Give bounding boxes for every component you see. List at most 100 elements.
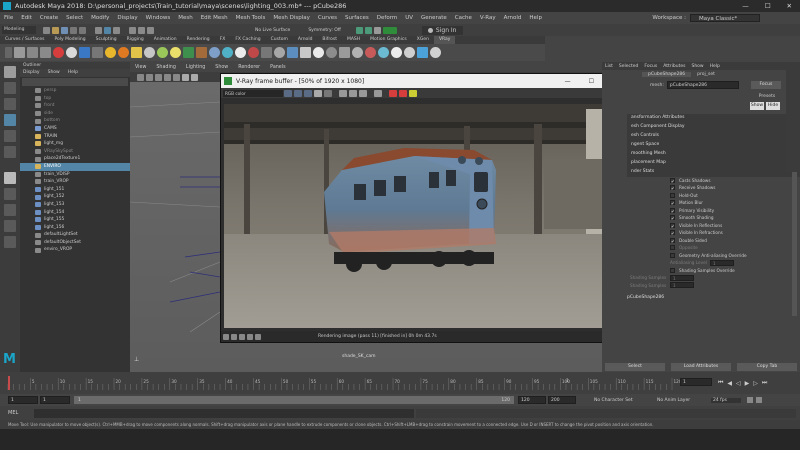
render-stat-checkbox[interactable] <box>670 245 675 251</box>
outliner-item[interactable]: side <box>20 110 130 118</box>
outliner-item[interactable]: light_154 <box>20 209 130 217</box>
scale-tool-icon[interactable] <box>4 146 16 158</box>
range-slider[interactable]: 1 120 <box>74 396 514 404</box>
node-tab-shape[interactable]: pCubeShape286 <box>642 72 692 77</box>
menu-edit-mesh[interactable]: Edit Mesh <box>197 15 232 21</box>
vray-scene-icon[interactable] <box>430 47 441 58</box>
viewport-menu-show[interactable]: Show <box>210 65 233 70</box>
anim-layer-dropdown[interactable]: No Anim Layer <box>657 398 701 403</box>
outliner-item[interactable]: light_155 <box>20 216 130 224</box>
vfb-render-icon[interactable] <box>389 89 397 97</box>
attr-section-header[interactable]: esh Component Display <box>627 123 800 132</box>
vfb-region-icon[interactable] <box>374 89 382 97</box>
vray-sphere-light-icon[interactable] <box>118 47 129 58</box>
vray-object-props-icon[interactable] <box>287 47 298 58</box>
vray-clipper-icon[interactable] <box>365 47 376 58</box>
vray-icon[interactable] <box>382 26 397 34</box>
snap-curve-icon[interactable] <box>138 26 145 34</box>
attr-menu-selected[interactable]: Selected <box>616 64 642 69</box>
move-tool-icon[interactable] <box>4 114 16 126</box>
outliner-menu-display[interactable]: Display <box>23 69 40 77</box>
shelf-tab-custom[interactable]: Custom <box>266 36 293 44</box>
vfb-stop-icon[interactable] <box>409 89 417 97</box>
vray-dome-light-icon[interactable] <box>144 47 155 58</box>
vray-mesh-light-icon[interactable] <box>391 47 402 58</box>
viewport-menu-panels[interactable]: Panels <box>265 65 290 70</box>
step-back-icon[interactable]: ◀ <box>725 380 734 387</box>
render-stat-row[interactable]: ✔ Casts Shadows <box>602 177 800 185</box>
menu-create[interactable]: Create <box>36 15 62 21</box>
render-stat-row[interactable]: ✔ Motion Blur <box>602 199 800 207</box>
open-scene-icon[interactable] <box>52 26 59 34</box>
vray-render-icon[interactable] <box>53 47 64 58</box>
vfb-mono-icon[interactable] <box>324 89 332 97</box>
render-stat-checkbox[interactable]: ✔ <box>670 237 675 244</box>
sign-in-button[interactable]: Sign In <box>421 25 463 35</box>
show-button[interactable]: Show <box>750 101 764 110</box>
attr-section-header[interactable]: nder Stats <box>627 168 800 177</box>
render-stat-row[interactable]: Geometry Anti-aliasing Override <box>602 252 800 260</box>
render-stat-row[interactable]: Opposite <box>602 244 800 252</box>
vray-sun-icon[interactable] <box>170 47 181 58</box>
outliner-item[interactable]: light_153 <box>20 201 130 209</box>
menu-edit[interactable]: Edit <box>17 15 36 21</box>
rotate-tool-icon[interactable] <box>4 130 16 142</box>
ipr-render-icon[interactable] <box>364 26 372 34</box>
render-stat-row[interactable]: ✔ Visible In Refractions <box>602 229 800 237</box>
vray-blend-mtl-icon[interactable] <box>222 47 233 58</box>
shelf-tab-fx-caching[interactable]: FX Caching <box>230 36 265 44</box>
menu-uv[interactable]: UV <box>401 15 417 21</box>
menu-windows[interactable]: Windows <box>142 15 175 21</box>
select-hierarchy-icon[interactable] <box>95 26 102 34</box>
render-stat-row[interactable]: Hold-Out <box>602 192 800 200</box>
outliner-item[interactable]: ENVIRO <box>20 162 130 171</box>
shelf-tab-sculpting[interactable]: Sculpting <box>91 36 122 44</box>
outliner-item[interactable]: place2dTexture1 <box>20 155 130 163</box>
time-slider[interactable]: 5 10 15 20 25 30 35 40 45 50 55 60 65 70 75 80 85 90 95 100… <box>0 372 800 394</box>
vray-bake-icon[interactable] <box>417 47 428 58</box>
snap-grid-icon[interactable] <box>129 26 136 34</box>
step-forward-icon[interactable]: ▷ <box>751 380 760 387</box>
select-object-icon[interactable] <box>104 26 111 34</box>
vfb-lut-icon[interactable] <box>255 333 261 340</box>
paint-tool-icon[interactable] <box>4 98 16 110</box>
attr-menu-list[interactable]: List <box>602 64 616 69</box>
layout-outliner-icon[interactable] <box>4 220 16 232</box>
snap-point-icon[interactable] <box>147 26 154 34</box>
mel-input[interactable] <box>34 408 414 418</box>
render-stat-checkbox[interactable]: ✔ <box>670 230 675 236</box>
outliner-item[interactable]: defaultObjectSet <box>20 239 130 247</box>
menu-deform[interactable]: Deform <box>373 15 401 21</box>
fps-dropdown[interactable]: 24 fps <box>711 397 741 403</box>
node-tab-proj-set[interactable]: proj_set <box>691 72 721 77</box>
select-tool-icon[interactable] <box>4 66 16 78</box>
vfb-red-channel-icon[interactable] <box>284 89 292 97</box>
symmetry-field[interactable]: Symmetry: Off <box>308 28 341 33</box>
vray-light-icon[interactable] <box>105 47 116 58</box>
attr-section-header[interactable]: ngent Space <box>627 141 800 150</box>
vray-settings-icon[interactable] <box>92 47 103 58</box>
vfb-stamp-icon[interactable] <box>239 333 245 340</box>
time-cursor[interactable] <box>8 376 10 390</box>
auto-key-icon[interactable] <box>756 397 762 403</box>
render-stat-checkbox[interactable]: ✔ <box>670 222 675 229</box>
shelf-tab-vray[interactable]: VRay <box>433 36 456 44</box>
vfb-render-canvas[interactable] <box>224 104 625 328</box>
undo-icon[interactable] <box>70 26 77 34</box>
render-stat-checkbox[interactable]: ✔ <box>670 207 675 214</box>
vray-env-fog-icon[interactable] <box>326 47 337 58</box>
attr-menu-help[interactable]: Help <box>707 64 723 69</box>
render-frame-icon[interactable] <box>355 26 363 34</box>
vray-camera-icon[interactable] <box>339 47 350 58</box>
render-stat-checkbox[interactable] <box>670 192 675 198</box>
attr-menu-attributes[interactable]: Attributes <box>660 64 688 69</box>
outliner-menu-help[interactable]: Help <box>68 69 78 77</box>
vfb-blue-channel-icon[interactable] <box>304 89 312 97</box>
vfb-ipr-icon[interactable] <box>399 89 407 97</box>
vray-displacement-icon[interactable] <box>261 47 272 58</box>
render-settings-icon[interactable] <box>373 26 381 34</box>
maximize-button[interactable]: ☐ <box>757 2 779 10</box>
outliner-menu-show[interactable]: Show <box>48 69 60 77</box>
render-stat-row[interactable]: ✔ Visible In Reflections <box>602 222 800 230</box>
range-end-field[interactable]: 120 <box>518 396 546 404</box>
